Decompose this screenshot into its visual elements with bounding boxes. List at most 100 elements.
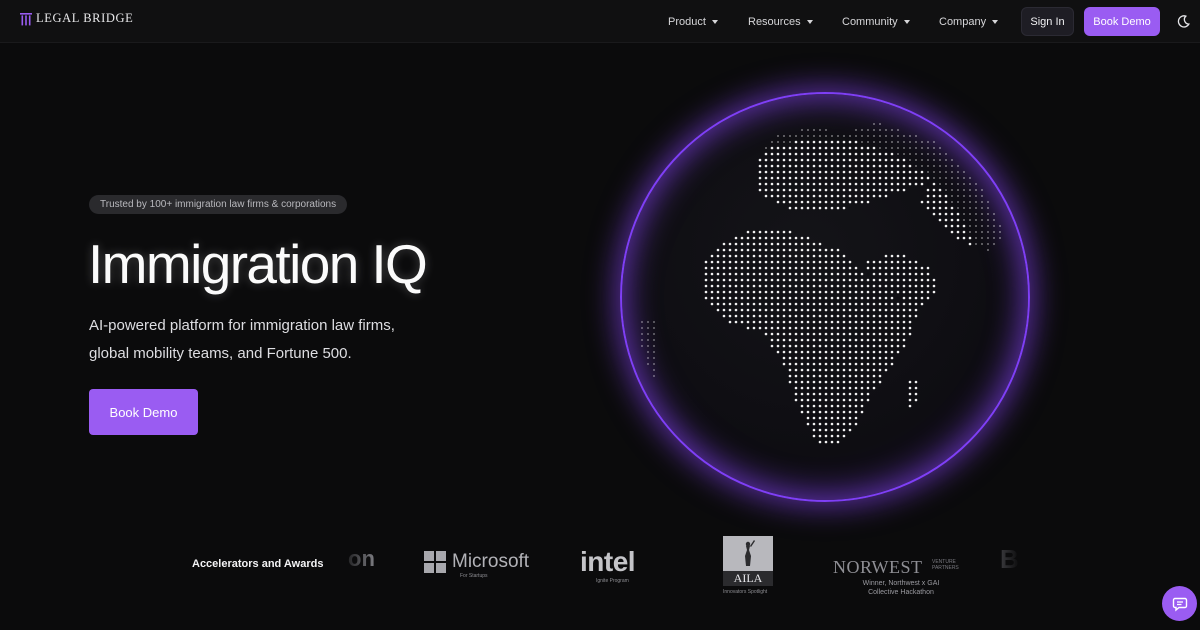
globe-dot bbox=[890, 164, 894, 168]
globe-dot bbox=[788, 146, 792, 150]
globe-dot bbox=[758, 188, 762, 192]
globe-dot bbox=[776, 200, 780, 204]
globe-dot bbox=[837, 135, 839, 137]
globe-dot bbox=[770, 146, 774, 150]
globe-dot bbox=[884, 350, 888, 354]
globe-dot bbox=[836, 368, 840, 372]
globe-dot bbox=[854, 296, 858, 300]
globe-dot bbox=[902, 290, 906, 294]
globe-dot bbox=[872, 308, 876, 312]
globe-dot bbox=[830, 356, 834, 360]
globe-dot bbox=[818, 206, 822, 210]
globe-dot bbox=[878, 362, 882, 366]
globe-dot bbox=[806, 314, 810, 318]
globe-dot bbox=[734, 260, 738, 264]
globe-dot bbox=[902, 296, 906, 300]
globe-dot bbox=[728, 260, 732, 264]
globe-dot bbox=[824, 398, 828, 402]
globe-dot bbox=[879, 147, 881, 149]
globe-dot bbox=[788, 254, 792, 258]
globe-dot bbox=[806, 140, 810, 144]
nav-item-company[interactable]: Company bbox=[939, 16, 999, 28]
globe-dot bbox=[770, 302, 774, 306]
globe-dot bbox=[800, 332, 804, 336]
globe-dot bbox=[872, 368, 876, 372]
globe-dot bbox=[842, 278, 846, 282]
globe-dot bbox=[794, 260, 798, 264]
globe-dot bbox=[938, 218, 942, 222]
globe-dot bbox=[914, 290, 918, 294]
globe-dot bbox=[806, 344, 810, 348]
globe-dot bbox=[830, 170, 834, 174]
nav-item-community[interactable]: Community bbox=[842, 16, 910, 28]
globe-dot bbox=[848, 362, 852, 366]
sign-in-button[interactable]: Sign In bbox=[1021, 7, 1074, 36]
globe-dot bbox=[824, 290, 828, 294]
book-demo-nav-button[interactable]: Book Demo bbox=[1084, 7, 1160, 36]
globe-dot bbox=[866, 146, 870, 150]
globe-dot bbox=[891, 135, 893, 137]
globe-dot bbox=[716, 272, 720, 276]
globe-dot bbox=[800, 176, 804, 180]
globe-dot bbox=[872, 356, 876, 360]
globe-dot bbox=[866, 380, 870, 384]
globe-dot bbox=[728, 314, 732, 318]
globe-dot bbox=[758, 158, 762, 162]
globe-dot bbox=[938, 200, 942, 204]
globe-dot bbox=[788, 374, 792, 378]
globe-dot bbox=[746, 302, 750, 306]
globe-dot bbox=[897, 141, 899, 143]
globe-dot bbox=[647, 351, 649, 353]
globe-dot bbox=[824, 428, 828, 432]
globe-dot bbox=[788, 242, 792, 246]
globe-dot bbox=[752, 242, 756, 246]
globe-dot bbox=[848, 200, 852, 204]
globe-dot bbox=[944, 200, 948, 204]
globe-dot bbox=[812, 326, 816, 330]
globe-dot bbox=[878, 380, 882, 384]
globe-dot bbox=[975, 243, 977, 245]
globe-dot bbox=[866, 374, 870, 378]
globe-dot bbox=[981, 219, 983, 221]
globe-dot bbox=[710, 278, 714, 282]
globe-dot bbox=[945, 165, 947, 167]
brand-logo[interactable]: LEGAL BRIDGE bbox=[20, 11, 133, 26]
globe-dot bbox=[860, 152, 864, 156]
globe-dot bbox=[926, 278, 930, 282]
globe-dot bbox=[824, 356, 828, 360]
globe-dot bbox=[914, 182, 918, 186]
globe-dot bbox=[653, 369, 655, 371]
globe-dot bbox=[836, 182, 840, 186]
globe-dot bbox=[963, 189, 965, 191]
globe-dot bbox=[770, 182, 774, 186]
globe-dot bbox=[746, 260, 750, 264]
globe-dot bbox=[854, 320, 858, 324]
globe-dot bbox=[963, 177, 965, 179]
globe-dot bbox=[836, 140, 840, 144]
globe-dot bbox=[812, 278, 816, 282]
globe-dot bbox=[963, 171, 965, 173]
globe-dot bbox=[969, 189, 971, 191]
nav-item-product[interactable]: Product bbox=[668, 16, 718, 28]
globe-dot bbox=[824, 434, 828, 438]
globe-dot bbox=[812, 272, 816, 276]
globe-dot bbox=[842, 362, 846, 366]
globe-dot bbox=[770, 158, 774, 162]
globe-dot bbox=[890, 266, 894, 270]
globe-dot bbox=[770, 326, 774, 330]
globe-dot bbox=[866, 296, 870, 300]
chat-button[interactable] bbox=[1162, 586, 1197, 621]
globe-dot bbox=[872, 344, 876, 348]
globe-dot bbox=[872, 296, 876, 300]
moon-icon[interactable] bbox=[1177, 15, 1190, 28]
globe-dot bbox=[932, 284, 936, 288]
globe-dot bbox=[794, 302, 798, 306]
globe-dot bbox=[854, 140, 858, 144]
book-demo-button[interactable]: Book Demo bbox=[89, 389, 198, 435]
globe-dot bbox=[710, 260, 714, 264]
globe-dot bbox=[848, 140, 852, 144]
globe-dot bbox=[854, 404, 858, 408]
globe-dot bbox=[740, 314, 744, 318]
nav-item-resources[interactable]: Resources bbox=[748, 16, 813, 28]
globe-dot bbox=[836, 338, 840, 342]
